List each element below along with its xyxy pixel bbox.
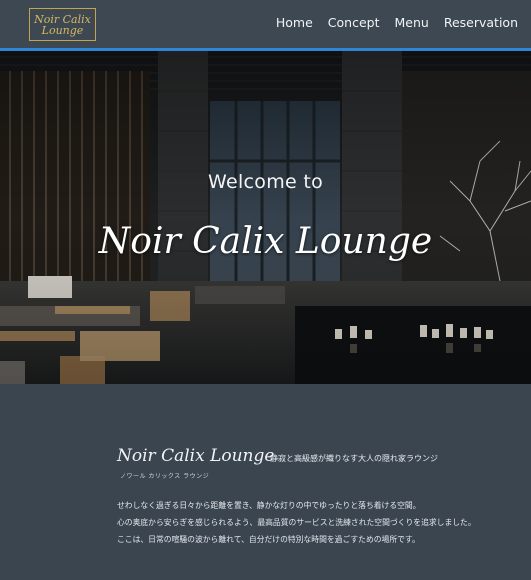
about-paragraph: せわしなく過ぎる日々から距離を置き、静かな灯りの中でゆったりと落ち着ける空間。 [117,501,421,510]
hero-title: Noir Calix Lounge [98,221,433,262]
about-tagline: 静寂と高級感が織りなす大人の隠れ家ラウンジ [270,454,438,463]
hero-background-image [0,51,531,384]
site-header: Noir Calix Lounge Home Concept Menu Rese… [0,0,531,51]
logo[interactable]: Noir Calix Lounge [29,8,96,41]
nav-home[interactable]: Home [276,15,313,30]
nav-reservation[interactable]: Reservation [444,15,518,30]
hero-welcome-text: Welcome to [207,171,324,193]
hero-section: Welcome to Noir Calix Lounge [0,51,531,384]
nav-menu[interactable]: Menu [395,15,429,30]
about-body: せわしなく過ぎる日々から距離を置き、静かな灯りの中でゆったりと落ち着ける空間。 … [117,502,476,553]
page: Noir Calix Lounge Home Concept Menu Rese… [0,0,531,580]
about-paragraph: 心の奥底から安らぎを感じられるよう、最高品質のサービスと洗練された空間づくりを追… [117,518,476,527]
about-section: Noir Calix Lounge ノワール カリックス ラウンジ 静寂と高級感… [0,410,531,580]
section-divider [0,384,531,410]
about-brand-kana: ノワール カリックス ラウンジ [120,473,210,480]
about-brand-name: Noir Calix Lounge [117,446,275,466]
logo-line-2: Lounge [41,23,84,37]
main-nav: Home Concept Menu Reservation [276,15,518,30]
nav-concept[interactable]: Concept [328,15,380,30]
about-paragraph: ここは、日常の喧騒の波から離れて、自分だけの特別な時間を過ごすための場所です。 [117,535,420,544]
logo-line-1: Noir Calix [34,12,91,26]
